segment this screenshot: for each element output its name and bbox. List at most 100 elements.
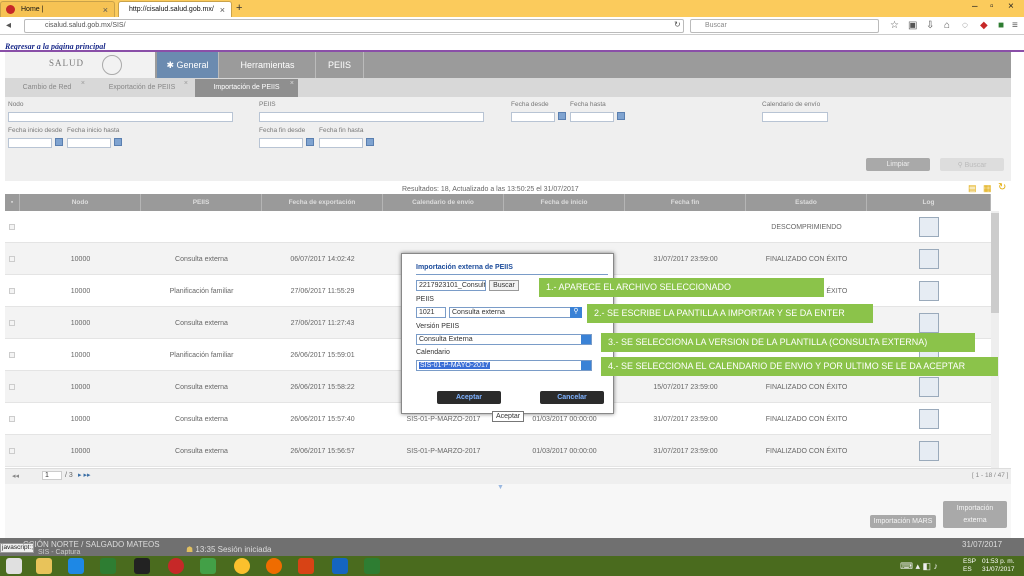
close-icon[interactable]: × — [220, 5, 225, 15]
fecha-fin-desde-input[interactable] — [259, 138, 303, 148]
powerpoint-icon[interactable] — [298, 558, 314, 574]
log-icon[interactable] — [919, 377, 939, 397]
star-icon[interactable]: ☆ — [890, 20, 899, 31]
select-all-checkbox[interactable]: ▪ — [5, 194, 20, 211]
close-icon[interactable]: × — [184, 80, 188, 87]
store-icon[interactable] — [100, 558, 116, 574]
log-icon[interactable] — [919, 409, 939, 429]
chrome-icon[interactable] — [234, 558, 250, 574]
calculator-icon[interactable] — [200, 558, 216, 574]
tab-exportacion-peiis[interactable]: Exportación de PEIIS × — [92, 79, 192, 97]
row-checkbox[interactable] — [9, 352, 15, 358]
col-peiis[interactable]: PEIIS — [141, 194, 262, 211]
search-icon[interactable]: ⚲ — [570, 307, 582, 318]
version-select[interactable]: Consulta Externa — [416, 334, 592, 345]
col-calendario-envio[interactable]: Calendario de envío — [383, 194, 504, 211]
row-checkbox[interactable] — [9, 288, 15, 294]
calendar-icon[interactable] — [114, 138, 122, 146]
calendario-envio-input[interactable] — [762, 112, 828, 122]
close-window-icon[interactable]: × — [1008, 1, 1014, 12]
importacion-mars-button[interactable]: Importación MARS — [870, 515, 936, 528]
col-fecha-exportacion[interactable]: Fecha de exportación — [262, 194, 383, 211]
calendario-select[interactable]: SIS-01-P-MAYO-2017 — [416, 360, 592, 371]
folder-icon[interactable] — [36, 558, 52, 574]
log-icon[interactable] — [919, 217, 939, 237]
browser-tab-home[interactable]: Home | × — [0, 1, 115, 17]
minimize-icon[interactable]: – — [972, 1, 978, 12]
col-fecha-fin[interactable]: Fecha fin — [625, 194, 746, 211]
row-checkbox[interactable] — [9, 416, 15, 422]
col-log[interactable]: Log — [867, 194, 991, 211]
calendar-icon[interactable] — [558, 112, 566, 120]
excel-icon[interactable] — [364, 558, 380, 574]
fecha-inicio-hasta-input[interactable] — [67, 138, 111, 148]
start-icon[interactable] — [6, 558, 22, 574]
menu-icon[interactable]: ≡ — [1012, 20, 1018, 31]
new-tab-icon[interactable]: + — [236, 2, 242, 14]
keyboard-icon[interactable]: ⌨ ▴ ◧ ♪ — [900, 561, 938, 572]
fecha-desde-input[interactable] — [511, 112, 555, 122]
col-fecha-inicio[interactable]: Fecha de inicio — [504, 194, 625, 211]
browse-button[interactable]: Buscar — [489, 280, 519, 291]
next-page-icon[interactable]: ▸ ▸▸ — [78, 471, 91, 479]
download-icon[interactable]: ⇩ — [926, 20, 934, 31]
tab-importacion-peiis[interactable]: Importación de PEIIS × — [195, 79, 298, 97]
calendar-icon[interactable] — [366, 138, 374, 146]
file-input[interactable]: 2217923101_Consulta — [416, 280, 486, 291]
addon-icon[interactable]: ■ — [998, 20, 1004, 31]
reload-icon[interactable]: ↻ — [674, 20, 681, 29]
url-bar[interactable]: cisalud.salud.gob.mx/SIS/ — [24, 19, 684, 33]
log-icon[interactable] — [919, 281, 939, 301]
fecha-hasta-input[interactable] — [570, 112, 614, 122]
fecha-inicio-desde-input[interactable] — [8, 138, 52, 148]
fecha-fin-hasta-input[interactable] — [319, 138, 363, 148]
limpiar-button[interactable]: Limpiar — [866, 158, 930, 171]
row-checkbox[interactable] — [9, 448, 15, 454]
log-icon[interactable] — [919, 249, 939, 269]
clock[interactable]: 01:53 p. m. 31/07/2017 — [982, 558, 1015, 574]
nodo-input[interactable] — [8, 112, 233, 122]
chat-icon[interactable]: ◌ — [962, 20, 968, 31]
aceptar-button[interactable]: Aceptar — [437, 391, 501, 404]
save-icon[interactable]: ▦ — [983, 183, 992, 194]
table-scrollbar[interactable] — [991, 211, 999, 468]
row-checkbox[interactable] — [9, 256, 15, 262]
browser-tab-cisalud[interactable]: http://cisalud.salud.gob.mx/× — [118, 1, 232, 17]
first-page-icon[interactable]: ◂◂ — [12, 472, 19, 480]
home-icon[interactable]: ⌂ — [944, 20, 950, 31]
peiis-input[interactable] — [259, 112, 484, 122]
page-input[interactable]: 1 — [42, 471, 62, 480]
back-icon[interactable]: ◂ — [6, 20, 11, 31]
opera-icon[interactable] — [168, 558, 184, 574]
close-icon[interactable]: × — [290, 80, 294, 87]
log-icon[interactable] — [919, 313, 939, 333]
chevron-down-icon[interactable]: ▼ — [497, 484, 504, 491]
scrollbar-thumb[interactable] — [991, 213, 999, 313]
clipboard-icon[interactable]: ▣ — [908, 20, 917, 31]
spotify-icon[interactable] — [134, 558, 150, 574]
close-icon[interactable]: × — [103, 5, 108, 15]
row-checkbox[interactable] — [9, 224, 15, 230]
language-indicator[interactable]: ESP ES — [963, 558, 976, 574]
log-icon[interactable] — [919, 441, 939, 461]
close-icon[interactable]: × — [81, 80, 85, 87]
buscar-button[interactable]: ⚲ Buscar — [940, 158, 1004, 171]
menu-herramientas[interactable]: Herramientas — [220, 52, 316, 78]
calendar-icon[interactable] — [306, 138, 314, 146]
export-icon[interactable]: ▤ — [968, 183, 977, 194]
col-nodo[interactable]: Nodo — [20, 194, 141, 211]
word-icon[interactable] — [332, 558, 348, 574]
calendar-icon[interactable] — [55, 138, 63, 146]
importacion-externa-button[interactable]: Importación externa — [943, 501, 1007, 528]
menu-peiis[interactable]: PEIIS — [316, 52, 364, 78]
cancelar-button[interactable]: Cancelar — [540, 391, 604, 404]
menu-general[interactable]: ✱ General — [157, 52, 219, 78]
row-checkbox[interactable] — [9, 384, 15, 390]
refresh-icon[interactable]: ↻ — [998, 182, 1006, 193]
shield-icon[interactable]: ◆ — [980, 20, 988, 31]
chevron-down-icon[interactable] — [581, 361, 591, 370]
browser-search-input[interactable]: Buscar — [690, 19, 879, 33]
maximize-icon[interactable]: ▫ — [990, 1, 994, 12]
firefox-icon[interactable] — [266, 558, 282, 574]
peiis-name-input[interactable]: Consulta externa — [449, 307, 571, 318]
